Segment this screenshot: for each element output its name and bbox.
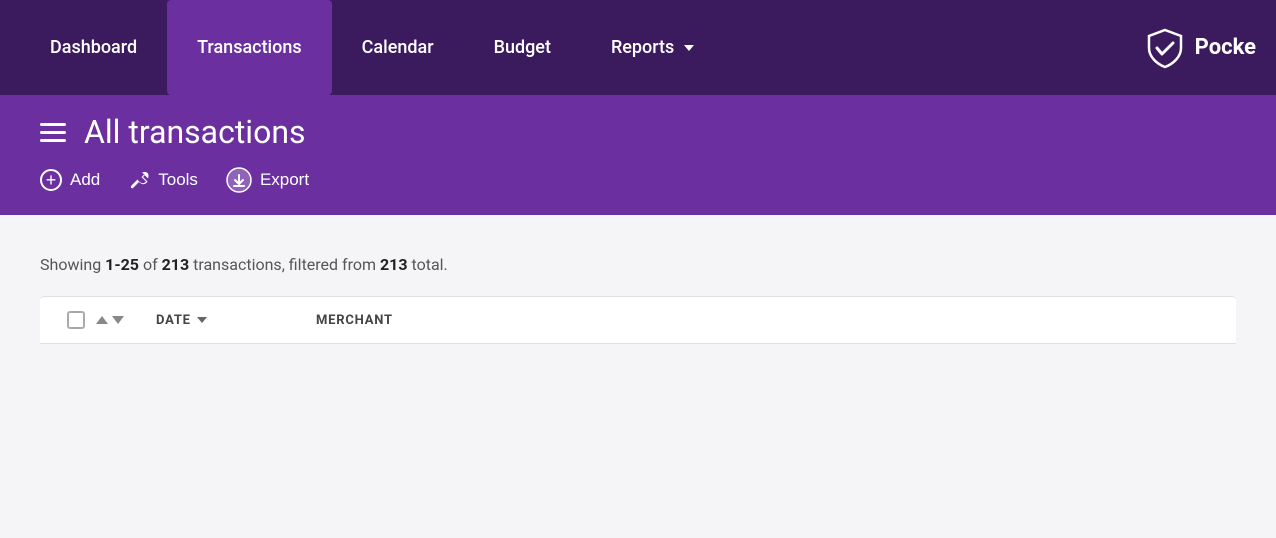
add-icon: + xyxy=(40,169,62,191)
logo-text: Pocke xyxy=(1195,35,1256,60)
add-label: Add xyxy=(70,170,100,190)
nav-bar: Dashboard Transactions Calendar Budget R… xyxy=(0,0,1276,95)
tools-icon xyxy=(128,169,150,191)
th-merchant[interactable]: MERCHANT xyxy=(316,313,1220,328)
showing-range: 1-25 xyxy=(105,255,139,274)
hamburger-line-1 xyxy=(40,123,66,126)
reports-label: Reports xyxy=(611,37,674,58)
date-sort-arrow xyxy=(197,317,207,323)
nav-item-transactions[interactable]: Transactions xyxy=(167,0,332,95)
sort-up-icon xyxy=(96,316,108,324)
content-area: Showing 1-25 of 213 transactions, filter… xyxy=(0,215,1276,344)
nav-item-reports[interactable]: Reports xyxy=(581,0,724,95)
hamburger-line-3 xyxy=(40,139,66,142)
hamburger-line-2 xyxy=(40,131,66,134)
page-title: All transactions xyxy=(84,113,306,151)
showing-text: Showing 1-25 of 213 transactions, filter… xyxy=(40,255,1236,274)
showing-of: of xyxy=(139,255,162,274)
logo-area: Pocke xyxy=(1123,0,1256,95)
showing-prefix: Showing xyxy=(40,255,105,274)
tools-label: Tools xyxy=(158,170,198,190)
add-button[interactable]: + Add xyxy=(40,169,100,191)
action-bar: + Add Tools Export xyxy=(40,167,1236,193)
showing-filtered: 213 xyxy=(380,255,408,274)
nav-item-calendar[interactable]: Calendar xyxy=(332,0,464,95)
chevron-down-icon xyxy=(684,45,694,51)
showing-end: total. xyxy=(408,255,448,274)
app-logo: Pocke xyxy=(1143,26,1256,70)
th-date[interactable]: DATE xyxy=(156,313,316,328)
page-header: All transactions + Add Tools Export xyxy=(0,95,1276,215)
nav-item-budget[interactable]: Budget xyxy=(464,0,581,95)
export-icon xyxy=(226,167,252,193)
page-title-row: All transactions xyxy=(40,113,1236,151)
date-label: DATE xyxy=(156,313,191,328)
merchant-label: MERCHANT xyxy=(316,313,393,328)
nav-item-dashboard[interactable]: Dashboard xyxy=(20,0,167,95)
sort-down-icon xyxy=(112,316,124,324)
tools-button[interactable]: Tools xyxy=(128,169,198,191)
header-checkbox[interactable] xyxy=(67,311,85,329)
showing-total: 213 xyxy=(162,255,190,274)
export-button[interactable]: Export xyxy=(226,167,309,193)
nav-items: Dashboard Transactions Calendar Budget R… xyxy=(20,0,1123,95)
th-sort-icons xyxy=(96,316,156,324)
logo-svg xyxy=(1143,26,1187,70)
table-header: DATE MERCHANT xyxy=(40,296,1236,344)
export-label: Export xyxy=(260,170,309,190)
hamburger-icon[interactable] xyxy=(40,123,66,142)
showing-suffix: transactions, filtered from xyxy=(189,255,380,274)
th-checkbox[interactable] xyxy=(56,311,96,329)
